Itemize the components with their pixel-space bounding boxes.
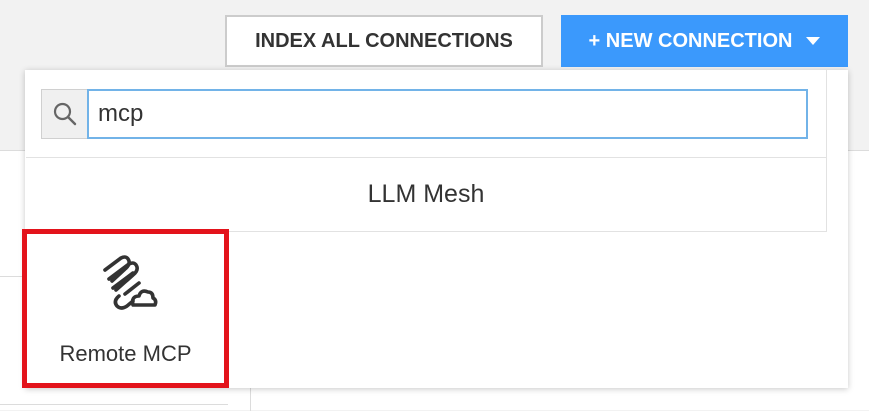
search-row [26, 71, 826, 158]
category-llm-mesh[interactable]: LLM Mesh [26, 158, 826, 232]
search-icon [41, 89, 87, 139]
mcp-cloud-icon [95, 252, 159, 316]
search-input[interactable] [87, 89, 808, 139]
category-label: LLM Mesh [367, 180, 485, 208]
index-all-connections-label: INDEX ALL CONNECTIONS [255, 29, 513, 52]
search-box [41, 89, 808, 139]
new-connection-label: + NEW CONNECTION [588, 29, 793, 52]
index-all-connections-button[interactable]: INDEX ALL CONNECTIONS [225, 15, 543, 67]
chevron-down-icon[interactable] [806, 37, 821, 45]
new-connection-button[interactable]: + NEW CONNECTION [561, 15, 848, 67]
result-tile-label: Remote MCP [59, 341, 192, 366]
divider [0, 404, 228, 405]
dropdown-inner-border [826, 70, 827, 232]
result-tile-remote-mcp[interactable]: Remote MCP [22, 229, 229, 388]
